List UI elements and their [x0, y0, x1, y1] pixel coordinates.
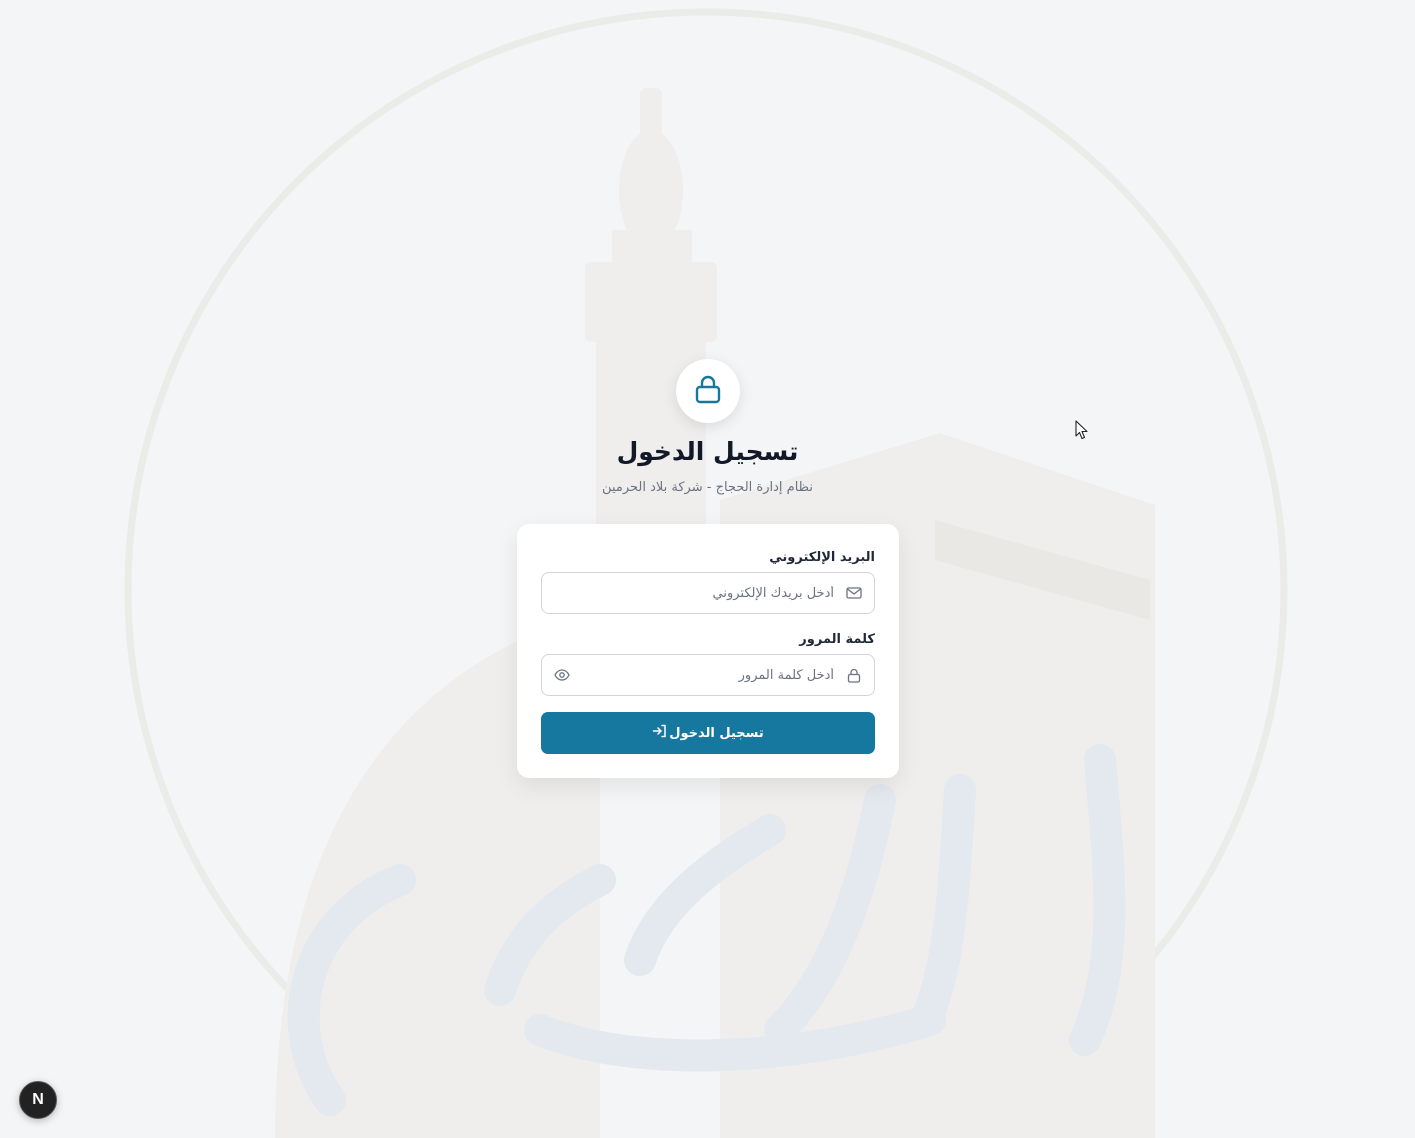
password-field[interactable]	[541, 654, 875, 696]
mail-icon	[846, 585, 862, 601]
lock-icon	[846, 667, 862, 683]
login-icon	[652, 724, 667, 742]
email-label: البريد الإلكتروني	[769, 550, 875, 565]
lock-icon	[694, 374, 722, 408]
lock-badge	[676, 359, 740, 423]
login-button[interactable]: تسجيل الدخول	[541, 712, 875, 754]
password-label: كلمة المرور	[799, 632, 875, 647]
login-button-label: تسجيل الدخول	[669, 725, 764, 741]
mouse-cursor-icon	[1075, 420, 1088, 440]
page-subtitle: نظام إدارة الحجاج - شركة بلاد الحرمين	[602, 480, 813, 495]
password-input[interactable]	[582, 655, 834, 695]
page-title: تسجيل الدخول	[616, 437, 799, 466]
email-field[interactable]	[541, 572, 875, 614]
email-input[interactable]	[582, 573, 834, 613]
dev-badge-label: N	[32, 1091, 44, 1108]
dev-tools-badge[interactable]: N	[19, 1081, 57, 1119]
eye-icon[interactable]	[554, 667, 570, 683]
login-card: البريد الإلكتروني كلمة المرور تسجيل الدخ…	[517, 524, 899, 778]
